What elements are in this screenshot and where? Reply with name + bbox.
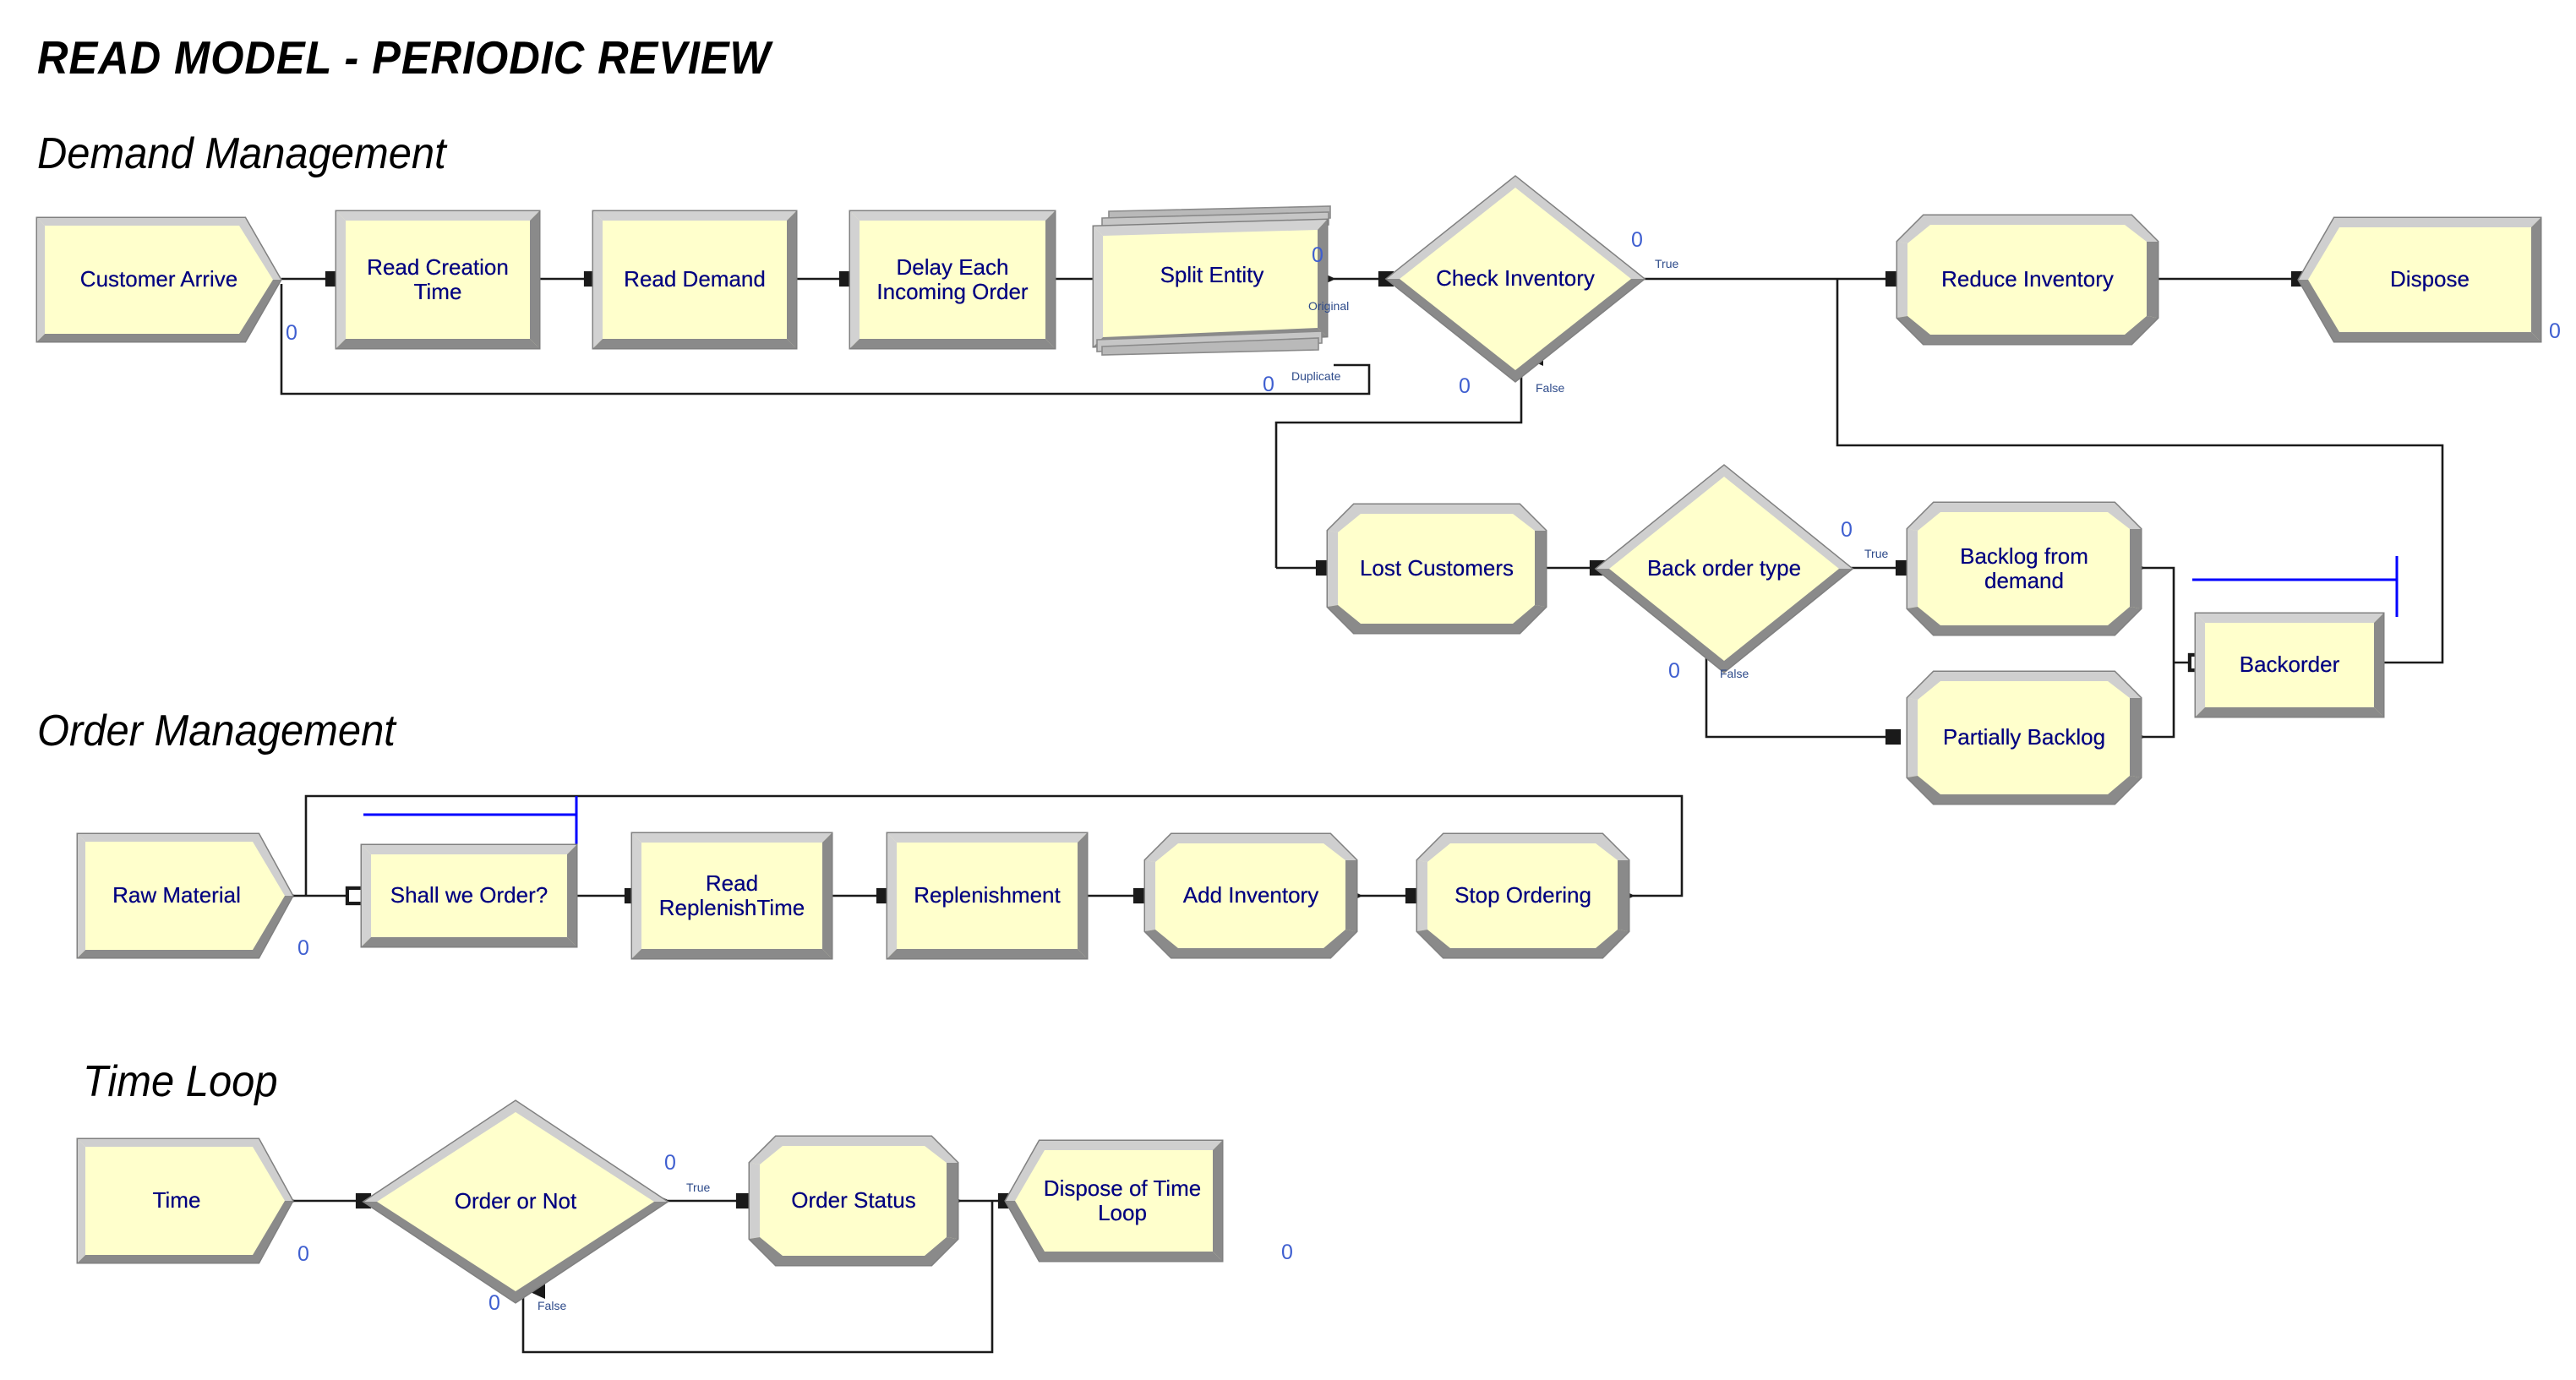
counter-dispose-of-time-loop: 0 [1281, 1241, 1293, 1264]
queue-line-shall-we-order [363, 796, 578, 845]
node-dispose-of-time-loop[interactable]: Dispose of Time Loop [1004, 1139, 1224, 1263]
node-read-creation-time[interactable]: Read Creation Time [335, 210, 541, 350]
node-check-inventory[interactable]: Check Inventory [1384, 174, 1646, 384]
port-label-back-order-type-false: False [1720, 667, 1749, 680]
counter-dispose: 0 [2549, 319, 2561, 343]
counter-order-or-not-false: 0 [488, 1291, 500, 1315]
port-label-check-inventory-true: True [1655, 257, 1679, 270]
node-split-entity[interactable]: Split Entity [1089, 205, 1335, 357]
node-raw-material[interactable]: Raw Material [76, 832, 294, 959]
node-time[interactable]: Time [76, 1137, 294, 1264]
counter-customer-arrive: 0 [286, 321, 297, 345]
queue-line-backorder [2192, 556, 2399, 617]
counter-check-inventory-true: 0 [1631, 228, 1643, 252]
node-add-inventory[interactable]: Add Inventory [1143, 832, 1359, 960]
port-label-back-order-type-true: True [1864, 547, 1889, 560]
node-read-replenishtime[interactable]: Read ReplenishTime [630, 832, 833, 960]
node-partially-backlog[interactable]: Partially Backlog [1905, 669, 2143, 806]
counter-back-order-type-true: 0 [1841, 518, 1853, 542]
node-customer-arrive[interactable]: Customer Arrive [35, 216, 282, 343]
node-backlog-from-demand[interactable]: Backlog from demand [1905, 500, 2143, 637]
node-read-demand[interactable]: Read Demand [592, 210, 798, 350]
arena-model-canvas: READ MODEL - PERIODIC REVIEW Demand Mana… [0, 0, 2576, 1380]
node-order-status[interactable]: Order Status [747, 1134, 960, 1268]
node-stop-ordering[interactable]: Stop Ordering [1415, 832, 1631, 960]
port-label-split-entity-duplicate: Duplicate [1291, 369, 1341, 383]
node-lost-customers[interactable]: Lost Customers [1325, 502, 1548, 635]
node-shall-we-order[interactable]: Shall we Order? [360, 843, 578, 948]
port-label-order-or-not-false: False [538, 1299, 567, 1312]
counter-time: 0 [297, 1242, 309, 1266]
counter-order-or-not-true: 0 [664, 1151, 676, 1175]
counter-split-entity-original: 0 [1312, 243, 1323, 267]
port-label-order-or-not-true: True [686, 1181, 711, 1194]
port-label-check-inventory-false: False [1536, 381, 1565, 395]
counter-back-order-type-false: 0 [1668, 659, 1680, 683]
counter-check-inventory-false: 0 [1459, 374, 1471, 398]
counter-split-entity-duplicate: 0 [1263, 373, 1274, 396]
node-delay-each-incoming-order[interactable]: Delay Each Incoming Order [849, 210, 1056, 350]
node-dispose[interactable]: Dispose [2297, 216, 2542, 343]
counter-raw-material: 0 [297, 936, 309, 960]
node-back-order-type[interactable]: Back order type [1594, 463, 1854, 674]
node-order-or-not[interactable]: Order or Not [362, 1099, 669, 1305]
node-replenishment[interactable]: Replenishment [886, 832, 1089, 960]
port-label-split-entity-original: Original [1308, 299, 1350, 313]
node-reduce-inventory[interactable]: Reduce Inventory [1895, 213, 2160, 346]
node-backorder[interactable]: Backorder [2194, 612, 2385, 718]
